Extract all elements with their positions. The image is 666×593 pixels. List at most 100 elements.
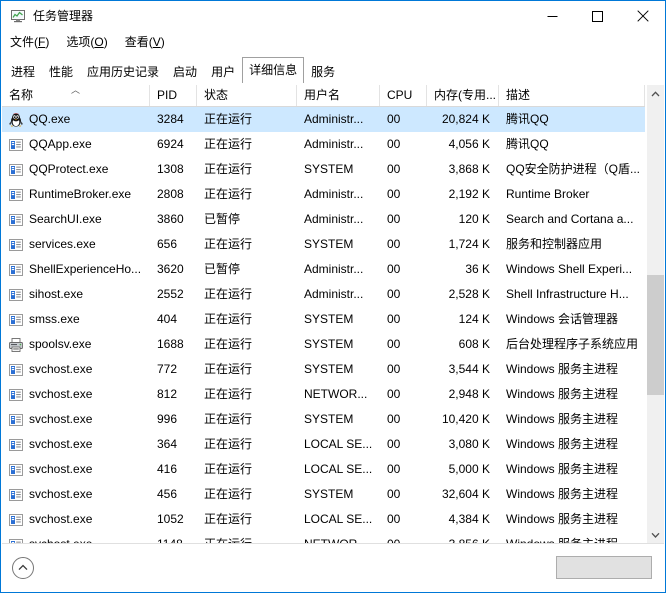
cell-cpu: 00	[380, 532, 427, 543]
table-row[interactable]: svchost.exe364正在运行LOCAL SE...003,080 KWi…	[2, 432, 645, 457]
cell-cpu: 00	[380, 157, 427, 182]
cell-pid: 772	[150, 357, 197, 382]
cell-user: Administr...	[297, 182, 380, 207]
column-header-label: 用户名	[304, 88, 340, 102]
column-header-cpu[interactable]: CPU	[380, 85, 427, 106]
minimize-button[interactable]	[530, 1, 575, 31]
table-row[interactable]: QQApp.exe6924正在运行Administr...004,056 K腾讯…	[2, 132, 645, 157]
tab-app-history[interactable]: 应用历史记录	[80, 59, 166, 83]
table-row[interactable]: svchost.exe772正在运行SYSTEM003,544 KWindows…	[2, 357, 645, 382]
cell-name: svchost.exe	[2, 382, 150, 407]
cell-name: RuntimeBroker.exe	[2, 182, 150, 207]
table-row[interactable]: svchost.exe456正在运行SYSTEM0032,604 KWindow…	[2, 482, 645, 507]
cell-pid: 812	[150, 382, 197, 407]
cell-status: 正在运行	[197, 307, 297, 332]
cell-user: NETWOR...	[297, 382, 380, 407]
cell-user: SYSTEM	[297, 482, 380, 507]
cell-description: 腾讯QQ	[499, 107, 645, 132]
cell-user: LOCAL SE...	[297, 432, 380, 457]
column-header-user[interactable]: 用户名	[297, 85, 380, 106]
sort-ascending-icon: ︿	[71, 86, 80, 95]
tab-performance[interactable]: 性能	[42, 59, 80, 83]
vertical-scrollbar[interactable]	[646, 85, 664, 543]
cell-description: Windows 服务主进程	[499, 357, 645, 382]
column-header-status[interactable]: 状态	[197, 85, 297, 106]
cell-name: QQ.exe	[2, 107, 150, 132]
cell-name: svchost.exe	[2, 432, 150, 457]
cell-memory: 2,192 K	[427, 182, 499, 207]
menu-item-options[interactable]: 选项(O)	[66, 34, 107, 50]
menu-item-file[interactable]: 文件(F)	[10, 34, 49, 50]
fewer-details-button[interactable]	[12, 557, 42, 579]
cell-description: Windows Shell Experi...	[499, 257, 645, 282]
cell-pid: 6924	[150, 132, 197, 157]
tab-users[interactable]: 用户	[204, 59, 242, 83]
table-row[interactable]: services.exe656正在运行SYSTEM001,724 K服务和控制器…	[2, 232, 645, 257]
column-header-memory[interactable]: 内存(专用...	[427, 85, 499, 106]
tab-processes[interactable]: 进程	[4, 59, 42, 83]
column-header-description[interactable]: 描述	[499, 85, 645, 106]
menu-item-view[interactable]: 查看(V)	[125, 34, 165, 50]
close-button[interactable]	[620, 1, 665, 31]
cell-user: SYSTEM	[297, 407, 380, 432]
cell-status: 正在运行	[197, 482, 297, 507]
cell-cpu: 00	[380, 307, 427, 332]
table-row[interactable]: svchost.exe1052正在运行LOCAL SE...004,384 KW…	[2, 507, 645, 532]
table-row[interactable]: spoolsv.exe1688正在运行SYSTEM00608 K后台处理程序子系…	[2, 332, 645, 357]
table-row[interactable]: svchost.exe1148正在运行NETWOR...003,856 KWin…	[2, 532, 645, 543]
cell-pid: 3620	[150, 257, 197, 282]
column-header-name[interactable]: 名称︿	[2, 85, 150, 106]
generic-app-icon	[8, 437, 24, 453]
cell-status: 正在运行	[197, 232, 297, 257]
table-row[interactable]: svchost.exe996正在运行SYSTEM0010,420 KWindow…	[2, 407, 645, 432]
process-name-label: svchost.exe	[29, 482, 92, 507]
cell-status: 正在运行	[197, 332, 297, 357]
table-row[interactable]: QQ.exe3284正在运行Administr...0020,824 K腾讯QQ	[2, 107, 645, 132]
cell-name: QQProtect.exe	[2, 157, 150, 182]
table-row[interactable]: svchost.exe416正在运行LOCAL SE...005,000 KWi…	[2, 457, 645, 482]
cell-user: SYSTEM	[297, 307, 380, 332]
cell-description: Runtime Broker	[499, 182, 645, 207]
cell-status: 正在运行	[197, 282, 297, 307]
table-row[interactable]: SearchUI.exe3860已暂停Administr...00120 KSe…	[2, 207, 645, 232]
scroll-up-button[interactable]	[647, 85, 664, 102]
cell-pid: 996	[150, 407, 197, 432]
cell-status: 正在运行	[197, 107, 297, 132]
table-row[interactable]: sihost.exe2552正在运行Administr...002,528 KS…	[2, 282, 645, 307]
maximize-button[interactable]	[575, 1, 620, 31]
column-header-pid[interactable]: PID	[150, 85, 197, 106]
cell-user: LOCAL SE...	[297, 507, 380, 532]
table-row[interactable]: smss.exe404正在运行SYSTEM00124 KWindows 会话管理…	[2, 307, 645, 332]
cell-memory: 124 K	[427, 307, 499, 332]
column-header-label: 描述	[506, 88, 530, 102]
cell-user: Administr...	[297, 282, 380, 307]
generic-app-icon	[8, 287, 24, 303]
cell-name: svchost.exe	[2, 482, 150, 507]
tab-startup[interactable]: 启动	[166, 59, 204, 83]
cell-description: Windows 服务主进程	[499, 507, 645, 532]
qq-penguin-icon	[8, 112, 24, 128]
table-row[interactable]: QQProtect.exe1308正在运行SYSTEM003,868 KQQ安全…	[2, 157, 645, 182]
cell-user: Administr...	[297, 132, 380, 157]
cell-cpu: 00	[380, 507, 427, 532]
cell-name: svchost.exe	[2, 407, 150, 432]
cell-description: Search and Cortana a...	[499, 207, 645, 232]
cell-pid: 2552	[150, 282, 197, 307]
generic-app-icon	[8, 387, 24, 403]
cell-pid: 1688	[150, 332, 197, 357]
table-row[interactable]: svchost.exe812正在运行NETWOR...002,948 KWind…	[2, 382, 645, 407]
cell-name: svchost.exe	[2, 532, 150, 543]
cell-description: Windows 服务主进程	[499, 532, 645, 543]
scrollbar-thumb[interactable]	[647, 275, 664, 395]
tab-details[interactable]: 详细信息	[242, 57, 304, 83]
cell-memory: 4,384 K	[427, 507, 499, 532]
table-row[interactable]: ShellExperienceHo...3620已暂停Administr...0…	[2, 257, 645, 282]
cell-name: SearchUI.exe	[2, 207, 150, 232]
process-name-label: SearchUI.exe	[29, 207, 102, 232]
process-name-label: QQProtect.exe	[29, 157, 108, 182]
scroll-down-button[interactable]	[647, 526, 664, 543]
end-task-button[interactable]	[556, 556, 652, 579]
task-manager-window: 任务管理器 文件(F) 选项(O) 查看(V) 进程 性能 应用历史记录 启动 …	[0, 0, 666, 593]
tab-services[interactable]: 服务	[304, 59, 342, 83]
table-row[interactable]: RuntimeBroker.exe2808正在运行Administr...002…	[2, 182, 645, 207]
